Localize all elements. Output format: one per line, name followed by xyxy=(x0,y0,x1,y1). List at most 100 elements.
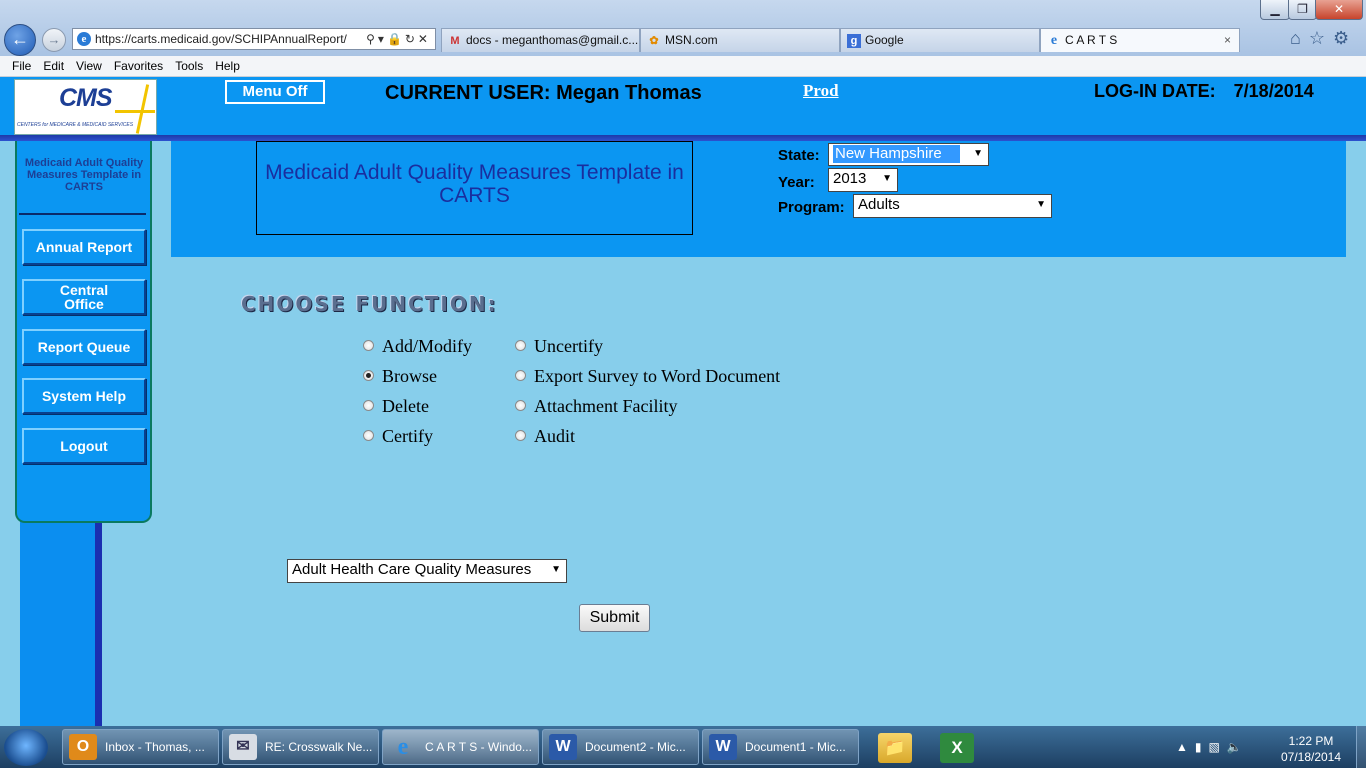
home-icon[interactable]: ⌂ xyxy=(1290,28,1309,48)
minimize-button[interactable]: ▁ xyxy=(1260,0,1290,20)
taskbar-item-document1[interactable]: W Document1 - Mic... xyxy=(702,729,859,765)
radio-add-modify[interactable]: Add/Modify xyxy=(363,336,472,357)
address-controls-icon[interactable]: ⚲▾🔒↻✕ xyxy=(366,29,431,49)
tab-google[interactable]: g Google xyxy=(840,28,1040,52)
radio-icon[interactable] xyxy=(363,340,374,352)
page-title: Medicaid Adult Quality Measures Template… xyxy=(265,161,684,207)
network-icon[interactable]: ▮ xyxy=(1195,740,1209,754)
year-label: Year: xyxy=(778,174,815,191)
google-icon: g xyxy=(847,33,861,48)
nav-button-label: Central Office xyxy=(59,282,109,312)
year-select-value: 2013 xyxy=(833,170,867,187)
maximize-button[interactable]: ❐ xyxy=(1288,0,1317,20)
submit-button[interactable]: Submit xyxy=(579,604,650,632)
choose-function-heading: CHOOSE FUNCTION: xyxy=(241,292,498,316)
nav-logout-button[interactable]: Logout xyxy=(22,428,146,464)
radio-icon[interactable] xyxy=(363,400,374,412)
taskbar-item-outlook[interactable]: O Inbox - Thomas, ... xyxy=(62,729,219,765)
radio-uncertify[interactable]: Uncertify xyxy=(515,336,603,357)
show-hidden-icons-icon[interactable]: ▲ xyxy=(1176,740,1195,754)
radio-browse[interactable]: Browse xyxy=(363,366,437,387)
tab-close-icon[interactable]: × xyxy=(1224,29,1231,52)
address-bar[interactable]: e https://carts.medicaid.gov/SCHIPAnnual… xyxy=(72,28,436,50)
menu-off-button[interactable]: Menu Off xyxy=(225,80,325,104)
tab-label: MSN.com xyxy=(665,33,718,47)
menu-help[interactable]: Help xyxy=(209,56,246,76)
radio-label: Export Survey to Word Document xyxy=(534,366,781,386)
menu-file[interactable]: File xyxy=(0,56,37,76)
word-icon: W xyxy=(549,734,577,760)
nav-button-label: System Help xyxy=(41,388,127,404)
logo-swoosh xyxy=(135,84,150,134)
volume-icon[interactable]: 🔈 xyxy=(1227,740,1249,754)
tab-msn[interactable]: ✿ MSN.com xyxy=(640,28,840,52)
taskbar-clock[interactable]: 1:22 PM 07/18/2014 xyxy=(1276,733,1346,765)
radio-label: Delete xyxy=(382,396,429,416)
gmail-icon: M xyxy=(450,34,460,47)
measures-select[interactable]: Adult Health Care Quality Measures ▼ xyxy=(287,559,567,583)
taskbar-item-label: RE: Crosswalk Ne... xyxy=(265,740,373,754)
ie-page-icon: e xyxy=(1050,32,1058,48)
radio-certify[interactable]: Certify xyxy=(363,426,433,447)
menu-view[interactable]: View xyxy=(70,56,108,76)
logo-swoosh xyxy=(115,110,155,113)
radio-icon[interactable] xyxy=(515,370,526,382)
menu-edit[interactable]: Edit xyxy=(37,56,70,76)
radio-icon[interactable] xyxy=(515,400,526,412)
radio-audit[interactable]: Audit xyxy=(515,426,575,447)
signal-icon[interactable]: ▧ xyxy=(1209,740,1227,754)
nav-central-office-button[interactable]: Central Office xyxy=(22,279,146,315)
left-nav-divider xyxy=(19,213,146,215)
system-tray: ▲▮▧🔈 xyxy=(1176,740,1249,754)
login-date-value: 7/18/2014 xyxy=(1233,81,1314,101)
file-explorer-icon[interactable]: 📁 xyxy=(878,733,912,763)
radio-selected-icon[interactable] xyxy=(363,370,374,382)
menu-favorites[interactable]: Favorites xyxy=(108,56,169,76)
tab-label: Google xyxy=(865,33,904,47)
outlook-icon: O xyxy=(69,734,97,760)
login-date: LOG-IN DATE: 7/18/2014 xyxy=(1094,81,1314,102)
radio-icon[interactable] xyxy=(363,430,374,442)
cms-logo-text: CMS xyxy=(59,84,113,112)
program-label: Program: xyxy=(778,199,845,216)
radio-attachment-facility[interactable]: Attachment Facility xyxy=(515,396,677,417)
ie-page-icon: e xyxy=(77,32,91,46)
taskbar-item-carts[interactable]: e C A R T S - Windo... xyxy=(382,729,539,765)
prod-link[interactable]: Prod xyxy=(803,81,839,101)
nav-annual-report-button[interactable]: Annual Report xyxy=(22,229,146,265)
state-select[interactable]: New Hampshire ▼ xyxy=(828,143,989,166)
chevron-down-icon: ▼ xyxy=(551,564,561,575)
url-text: https://carts.medicaid.gov/SCHIPAnnualRe… xyxy=(95,32,347,46)
radio-label: Certify xyxy=(382,426,433,446)
measures-select-value: Adult Health Care Quality Measures xyxy=(292,561,532,578)
tools-gear-icon[interactable]: ⚙ xyxy=(1333,28,1357,48)
nav-report-queue-button[interactable]: Report Queue xyxy=(22,329,146,365)
radio-export-word[interactable]: Export Survey to Word Document xyxy=(515,366,780,387)
tab-carts[interactable]: e C A R T S × xyxy=(1040,28,1240,52)
forward-button[interactable]: → xyxy=(42,28,66,52)
nav-button-label: Report Queue xyxy=(37,339,131,355)
login-date-label: LOG-IN DATE: xyxy=(1094,81,1216,101)
nav-system-help-button[interactable]: System Help xyxy=(22,378,146,414)
page-content: CMS CENTERS for MEDICARE & MEDICAID SERV… xyxy=(0,77,1366,726)
year-select[interactable]: 2013 ▼ xyxy=(828,168,898,192)
program-select[interactable]: Adults ▼ xyxy=(853,194,1052,218)
taskbar-item-document2[interactable]: W Document2 - Mic... xyxy=(542,729,699,765)
radio-icon[interactable] xyxy=(515,340,526,352)
chevron-down-icon: ▼ xyxy=(973,148,983,159)
tab-gmail[interactable]: Mdocs - meganthomas@gmail.c... xyxy=(441,28,640,52)
show-desktop-button[interactable] xyxy=(1356,726,1366,768)
start-button[interactable] xyxy=(4,729,48,766)
window-close-button[interactable]: ✕ xyxy=(1315,0,1363,20)
cms-logo-subtext: CENTERS for MEDICARE & MEDICAID SERVICES xyxy=(17,122,134,128)
back-button[interactable]: ← xyxy=(4,24,36,56)
excel-icon[interactable]: X xyxy=(940,733,974,763)
favorites-star-icon[interactable]: ☆ xyxy=(1309,28,1333,48)
state-select-value: New Hampshire xyxy=(833,145,960,163)
radio-icon[interactable] xyxy=(515,430,526,442)
chevron-down-icon: ▼ xyxy=(1036,199,1046,210)
menu-tools[interactable]: Tools xyxy=(169,56,209,76)
taskbar-item-mail[interactable]: ✉ RE: Crosswalk Ne... xyxy=(222,729,379,765)
radio-delete[interactable]: Delete xyxy=(363,396,429,417)
internet-explorer-icon: e xyxy=(397,734,409,760)
